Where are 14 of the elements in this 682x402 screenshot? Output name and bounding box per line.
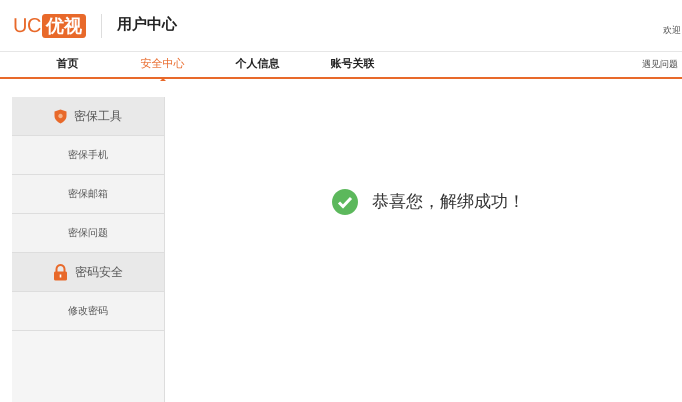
welcome-text: 欢迎: [663, 24, 681, 37]
page-title: 用户中心: [116, 15, 177, 36]
nav-tab[interactable]: 个人信息: [236, 56, 280, 73]
group-title: 密码安全: [75, 264, 123, 281]
group-title: 密保工具: [74, 108, 122, 125]
help-link[interactable]: 遇见问题: [642, 58, 678, 72]
success-message: 恭喜您，解绑成功！: [372, 191, 525, 214]
nav-tab[interactable]: 首页: [56, 56, 78, 73]
shield-icon: [54, 108, 67, 124]
lock-icon: [53, 264, 68, 280]
check-icon: [332, 189, 358, 215]
nav-tab[interactable]: 账号关联: [330, 56, 374, 73]
logo-badge: 优视: [42, 14, 86, 38]
logo-text: UC: [13, 16, 41, 36]
